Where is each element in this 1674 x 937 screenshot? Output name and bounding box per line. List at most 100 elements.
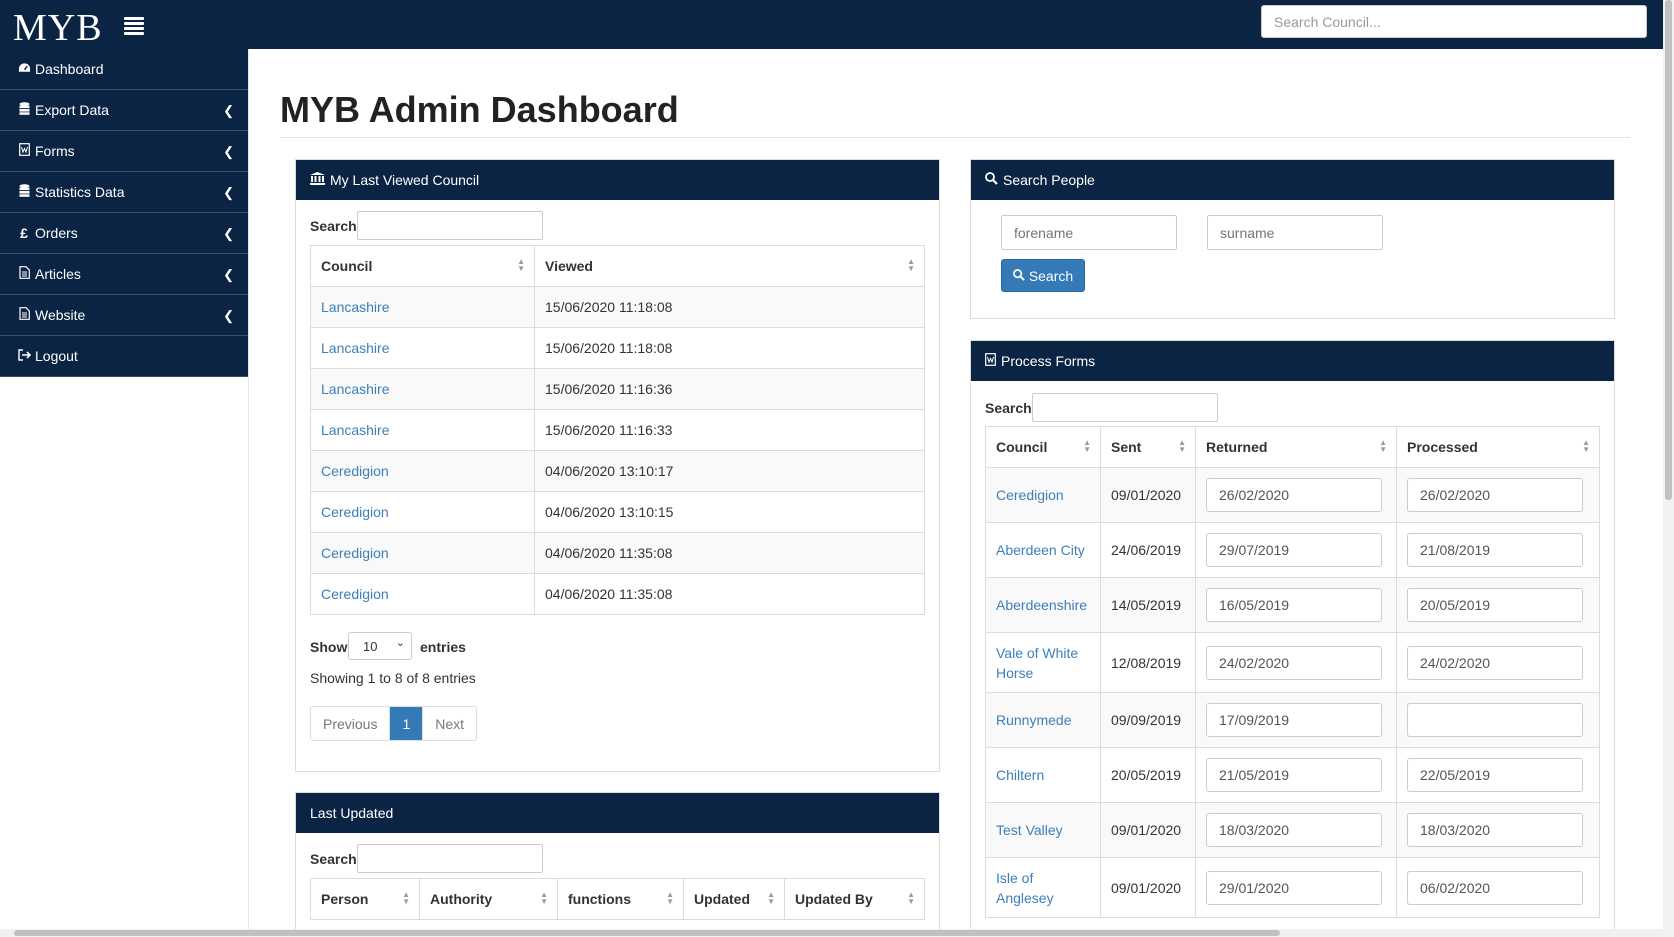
processed-date-input[interactable]: 20/05/2019 — [1407, 588, 1583, 622]
council-link[interactable]: Ceredigion — [321, 504, 389, 520]
column-header-council[interactable]: Council ▲ ▼ — [310, 245, 535, 287]
council-link[interactable]: Lancashire — [321, 340, 390, 356]
sidebar-item-label: Statistics Data — [35, 184, 125, 200]
column-header-council[interactable]: Council ▲ ▼ — [985, 426, 1101, 468]
returned-date-input[interactable]: 29/07/2019 — [1206, 533, 1382, 567]
returned-date-input[interactable]: 17/09/2019 — [1206, 703, 1382, 737]
sidebar-item-export-data[interactable]: Export Data ❮ — [0, 90, 248, 131]
page-1-button[interactable]: 1 — [390, 707, 424, 740]
returned-date-input[interactable]: 21/05/2019 — [1206, 758, 1382, 792]
council-link[interactable]: Ceredigion — [996, 487, 1064, 503]
panel-title: My Last Viewed Council — [330, 172, 480, 188]
column-header-updated-by[interactable]: Updated By ▲ ▼ — [784, 878, 925, 920]
processed-date-input[interactable]: 24/02/2020 — [1407, 645, 1583, 680]
sidebar-item-orders[interactable]: £ Orders ❮ — [0, 213, 248, 254]
returned-cell: 24/02/2020 — [1195, 632, 1397, 693]
search-people-button[interactable]: Search — [1001, 259, 1085, 292]
chevron-left-icon: ❮ — [223, 103, 234, 118]
logo[interactable]: MYB — [13, 6, 103, 50]
last-viewed-council-panel: My Last Viewed Council Search: Council ▲ ▼… — [295, 159, 940, 772]
council-link[interactable]: Ceredigion — [321, 463, 389, 479]
table-row: Ceredigion 04/06/2020 11:35:08 — [310, 573, 925, 615]
council-link[interactable]: Isle of Anglesey — [996, 870, 1054, 906]
returned-date-input[interactable]: 26/02/2020 — [1206, 478, 1382, 512]
returned-cell: 18/03/2020 — [1195, 802, 1397, 858]
returned-date-input[interactable]: 16/05/2019 — [1206, 588, 1382, 622]
council-link[interactable]: Lancashire — [321, 422, 390, 438]
horizontal-scrollbar[interactable] — [0, 929, 1663, 937]
processed-date-input[interactable]: 21/08/2019 — [1407, 533, 1583, 567]
council-link[interactable]: Vale of White Horse — [996, 645, 1078, 681]
sort-icon: ▲ ▼ — [1582, 438, 1590, 454]
council-link[interactable]: Aberdeen City — [996, 542, 1085, 558]
column-header-viewed[interactable]: Viewed ▲ ▼ — [534, 245, 925, 287]
sidebar-menu: Dashboard Export Data ❮ Forms ❮ Statisti… — [0, 49, 248, 377]
processed-date-input[interactable]: 18/03/2020 — [1407, 813, 1583, 847]
table-row: Ceredigion 04/06/2020 13:10:15 — [310, 491, 925, 533]
scrollbar-thumb[interactable] — [1665, 0, 1672, 500]
council-link[interactable]: Test Valley — [996, 822, 1063, 838]
council-link[interactable]: Ceredigion — [321, 586, 389, 602]
column-header-authority[interactable]: Authority ▲ ▼ — [419, 878, 558, 920]
entries-label: entries — [420, 639, 466, 655]
column-header-sent[interactable]: Sent ▲ ▼ — [1100, 426, 1196, 468]
council-cell: Vale of White Horse — [985, 632, 1101, 693]
sidebar-item-website[interactable]: Website ❮ — [0, 295, 248, 336]
forename-input[interactable] — [1001, 215, 1177, 250]
sent-cell: 14/05/2019 — [1100, 577, 1196, 633]
sidebar-item-label: Dashboard — [35, 61, 104, 77]
last-viewed-search-input[interactable] — [357, 211, 543, 240]
sort-icon: ▲ ▼ — [1379, 438, 1387, 454]
returned-cell: 21/05/2019 — [1195, 747, 1397, 803]
column-header-updated[interactable]: Updated ▲ ▼ — [683, 878, 785, 920]
column-header-functions[interactable]: functions ▲ ▼ — [557, 878, 684, 920]
viewed-cell: 15/06/2020 11:16:33 — [534, 409, 925, 451]
sidebar-item-logout[interactable]: Logout — [0, 336, 248, 377]
sidebar-item-label: Website — [35, 307, 86, 323]
previous-button[interactable]: Previous — [311, 707, 391, 740]
sidebar-item-statistics-data[interactable]: Statistics Data ❮ — [0, 172, 248, 213]
council-link[interactable]: Runnymede — [996, 712, 1072, 728]
council-cell: Aberdeenshire — [985, 577, 1101, 633]
last-updated-search-input[interactable] — [357, 844, 543, 873]
viewed-cell: 04/06/2020 13:10:17 — [534, 450, 925, 492]
panel-title: Search People — [1003, 172, 1095, 188]
processed-date-input[interactable]: 06/02/2020 — [1407, 870, 1583, 905]
column-header-person[interactable]: Person ▲ ▼ — [310, 878, 420, 920]
returned-date-input[interactable]: 18/03/2020 — [1206, 813, 1382, 847]
council-link[interactable]: Lancashire — [321, 381, 390, 397]
processed-date-input[interactable]: 22/05/2019 — [1407, 758, 1583, 792]
viewed-cell: 15/06/2020 11:18:08 — [534, 286, 925, 328]
sidebar-item-dashboard[interactable]: Dashboard — [0, 49, 248, 90]
council-cell: Aberdeen City — [985, 522, 1101, 578]
vertical-scrollbar[interactable] — [1663, 0, 1674, 937]
sidebar-item-label: Logout — [35, 348, 78, 364]
council-cell: Lancashire — [310, 327, 535, 369]
pound-icon: £ — [20, 225, 28, 241]
council-cell: Lancashire — [310, 368, 535, 410]
table-row: Ceredigion 04/06/2020 11:35:08 — [310, 532, 925, 574]
column-header-returned[interactable]: Returned ▲ ▼ — [1195, 426, 1397, 468]
chevron-left-icon: ❮ — [223, 308, 234, 323]
surname-input[interactable] — [1207, 215, 1383, 250]
column-header-processed[interactable]: Processed ▲ ▼ — [1396, 426, 1600, 468]
council-link[interactable]: Lancashire — [321, 299, 390, 315]
returned-date-input[interactable]: 24/02/2020 — [1206, 645, 1382, 680]
council-link[interactable]: Aberdeenshire — [996, 597, 1087, 613]
sidebar-item-forms[interactable]: Forms ❮ — [0, 131, 248, 172]
entries-select[interactable]: 10 ⌄ — [348, 632, 412, 660]
chevron-left-icon: ❮ — [223, 185, 234, 200]
hamburger-menu-icon[interactable] — [124, 17, 144, 37]
process-forms-search-input[interactable] — [1032, 393, 1218, 422]
processed-date-input[interactable]: 26/02/2020 — [1407, 478, 1583, 512]
council-cell: Ceredigion — [310, 573, 535, 615]
sent-cell: 24/06/2019 — [1100, 522, 1196, 578]
council-link[interactable]: Ceredigion — [321, 545, 389, 561]
returned-date-input[interactable]: 29/01/2020 — [1206, 870, 1382, 905]
scrollbar-thumb[interactable] — [14, 930, 1280, 936]
next-button[interactable]: Next — [423, 707, 476, 740]
search-council-input[interactable] — [1261, 5, 1647, 38]
council-link[interactable]: Chiltern — [996, 767, 1044, 783]
processed-date-input[interactable] — [1407, 703, 1583, 737]
sidebar-item-articles[interactable]: Articles ❮ — [0, 254, 248, 295]
